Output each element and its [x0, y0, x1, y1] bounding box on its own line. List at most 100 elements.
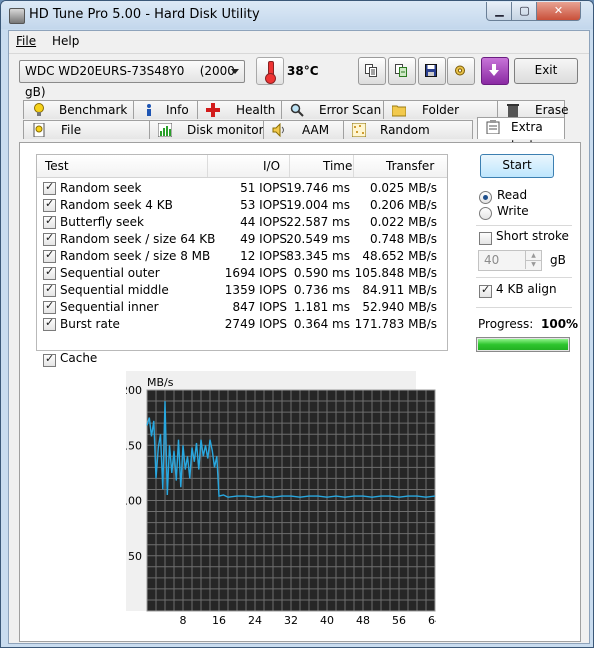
window-title: HD Tune Pro 5.00 - Hard Disk Utility — [29, 7, 260, 22]
row-io: 2749 IOPS — [224, 317, 287, 331]
drive-model: WDC WD20EURS-73S48Y0 — [25, 64, 185, 78]
row-checkbox[interactable] — [43, 197, 56, 212]
row-checkbox[interactable] — [43, 316, 56, 331]
row-checkbox[interactable] — [43, 180, 56, 195]
tab-info-label: Info — [166, 103, 189, 117]
download-arrow-icon — [489, 64, 499, 76]
progress-fill — [478, 339, 568, 350]
extra-tests-panel: Test I/O Time Transfer Random seek 51 IO… — [19, 142, 581, 642]
minimize-button[interactable]: ▁ — [486, 2, 513, 21]
tab-disk-monitor[interactable]: Disk monitor — [149, 120, 265, 139]
row-checkbox[interactable] — [43, 282, 56, 297]
row-transfer: 48.652 MB/s — [362, 249, 437, 263]
write-label: Write — [497, 204, 529, 218]
row-time: 19.746 ms — [286, 181, 350, 195]
drive-select[interactable]: WDC WD20EURS-73S48Y0 (2000 gB) — [19, 60, 245, 99]
table-row[interactable]: Random seek 51 IOPS 19.746 ms 0.025 MB/s — [37, 180, 447, 197]
row-test: Random seek 4 KB — [60, 198, 173, 212]
copy-info-button[interactable] — [358, 57, 386, 85]
row-time: 0.590 ms — [293, 266, 350, 280]
table-row[interactable]: Sequential middle 1359 IOPS 0.736 ms 84.… — [37, 282, 447, 299]
download-button[interactable] — [481, 57, 509, 85]
x-tick-label: 40 — [320, 614, 334, 627]
row-checkbox[interactable] — [43, 265, 56, 280]
tab-file-benchmark[interactable]: File Benchmark — [23, 120, 151, 155]
tab-error-scan-label: Error Scan — [319, 103, 382, 117]
table-header: Test I/O Time Transfer — [37, 155, 447, 178]
health-cross-icon — [206, 103, 220, 117]
options-button[interactable] — [447, 57, 475, 85]
spinner-down-icon[interactable]: ▼ — [525, 260, 541, 269]
info-icon — [147, 104, 151, 116]
row-transfer: 0.206 MB/s — [369, 198, 437, 212]
menu-help[interactable]: Help — [52, 34, 79, 48]
exit-button[interactable]: Exit — [514, 58, 578, 84]
copy-screenshot-button[interactable] — [388, 57, 416, 85]
tab-health[interactable]: Health — [197, 100, 283, 119]
folder-icon — [392, 105, 406, 117]
app-window: HD Tune Pro 5.00 - Hard Disk Utility ▁ ▢… — [0, 0, 594, 648]
row-time: 20.549 ms — [286, 232, 350, 246]
read-radio[interactable] — [479, 191, 492, 204]
start-button[interactable]: Start — [480, 154, 554, 178]
table-row[interactable]: Butterfly seek 44 IOPS 22.587 ms 0.022 M… — [37, 214, 447, 231]
table-row[interactable]: Sequential inner 847 IOPS 1.181 ms 52.94… — [37, 299, 447, 316]
tab-extra-tests[interactable]: Extra tests — [477, 117, 565, 152]
row-test: Sequential middle — [60, 283, 169, 297]
row-test: Sequential outer — [60, 266, 160, 280]
row-transfer: 0.022 MB/s — [369, 215, 437, 229]
copy-screen-icon — [395, 64, 407, 77]
save-button[interactable] — [418, 57, 446, 85]
row-time: 1.181 ms — [293, 300, 350, 314]
row-time: 0.364 ms — [293, 317, 350, 331]
cache-checkbox[interactable] — [43, 352, 56, 367]
row-transfer: 105.848 MB/s — [354, 266, 437, 280]
align-checkbox[interactable] — [479, 283, 492, 298]
thermometer-bulb — [265, 73, 276, 84]
table-row[interactable]: Random seek 4 KB 53 IOPS 19.004 ms 0.206… — [37, 197, 447, 214]
row-io: 847 IOPS — [232, 300, 287, 314]
tab-random-access[interactable]: Random Access — [343, 120, 473, 155]
options-divider — [476, 307, 572, 308]
row-time: 0.736 ms — [293, 283, 350, 297]
short-stroke-spinner[interactable]: 40 ▲ ▼ — [478, 250, 542, 271]
tab-info[interactable]: Info — [133, 100, 199, 119]
row-checkbox[interactable] — [43, 299, 56, 314]
random-access-icon — [352, 123, 366, 137]
table-row[interactable]: Random seek / size 8 MB 12 IOPS 83.345 m… — [37, 248, 447, 265]
row-io: 53 IOPS — [240, 198, 287, 212]
table-row[interactable]: Burst rate 2749 IOPS 0.364 ms 171.783 MB… — [37, 316, 447, 333]
row-io: 49 IOPS — [240, 232, 287, 246]
row-checkbox[interactable] — [43, 248, 56, 263]
row-checkbox[interactable] — [43, 214, 56, 229]
magnifier-icon — [290, 103, 304, 117]
results-table: Test I/O Time Transfer Random seek 51 IO… — [36, 154, 448, 351]
close-button[interactable]: ✕ — [536, 2, 581, 21]
tab-benchmark[interactable]: Benchmark — [23, 100, 135, 119]
row-transfer: 84.911 MB/s — [362, 283, 437, 297]
row-transfer: 171.783 MB/s — [354, 317, 437, 331]
drive-select-value: WDC WD20EURS-73S48Y0 (2000 gB) — [25, 61, 244, 103]
maximize-button[interactable]: ▢ — [511, 2, 538, 21]
row-test: Random seek / size 8 MB — [60, 249, 211, 263]
options-divider — [476, 277, 572, 278]
menu-help-label: Help — [52, 34, 80, 48]
app-icon — [9, 8, 25, 24]
tab-health-label: Health — [236, 103, 276, 117]
temperature-readout: 38°C — [287, 64, 319, 78]
title-bar: HD Tune Pro 5.00 - Hard Disk Utility ▁ ▢… — [1, 1, 593, 29]
column-divider — [289, 155, 290, 177]
row-test: Butterfly seek — [60, 215, 145, 229]
column-divider — [353, 155, 354, 177]
short-stroke-checkbox[interactable] — [479, 232, 492, 245]
table-row[interactable]: Sequential outer 1694 IOPS 0.590 ms 105.… — [37, 265, 447, 282]
row-test: Random seek / size 64 KB — [60, 232, 216, 246]
tab-aam[interactable]: AAM — [263, 120, 345, 139]
write-radio[interactable] — [479, 207, 492, 220]
row-checkbox[interactable] — [43, 231, 56, 246]
row-io: 44 IOPS — [240, 215, 287, 229]
tab-aam-label: AAM — [302, 123, 330, 137]
table-row[interactable]: Random seek / size 64 KB 49 IOPS 20.549 … — [37, 231, 447, 248]
menu-file[interactable]: File — [16, 34, 36, 48]
tab-error-scan[interactable]: Error Scan — [281, 100, 385, 119]
